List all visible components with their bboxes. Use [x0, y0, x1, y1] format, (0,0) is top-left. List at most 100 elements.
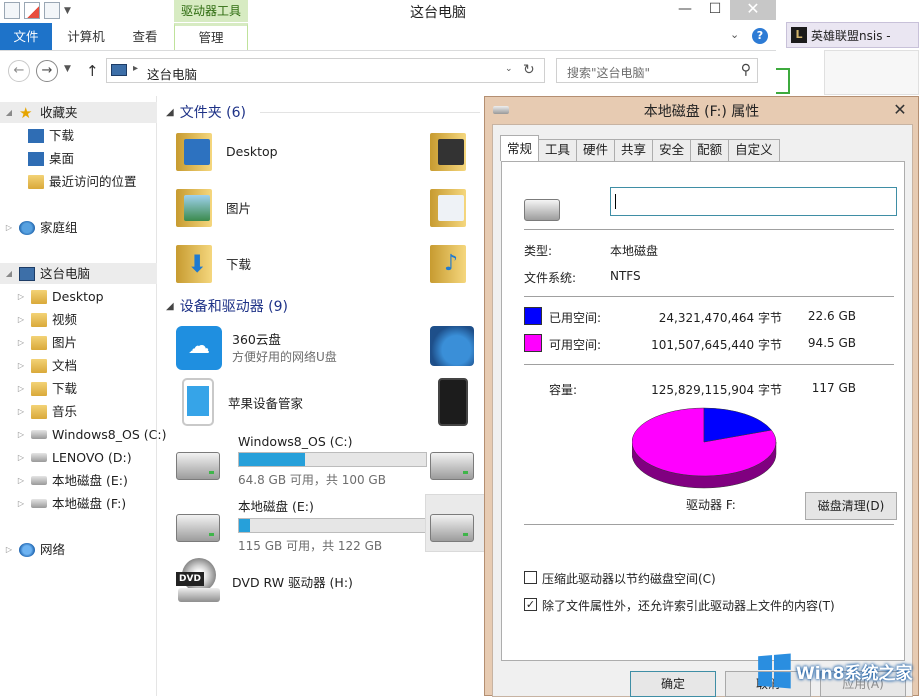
search-icon[interactable]: ⚲ [741, 62, 751, 78]
expand-arrow-icon[interactable]: ▷ [16, 470, 26, 491]
expand-arrow-icon[interactable]: ▷ [16, 332, 26, 353]
address-bar[interactable]: ▸ 这台电脑 ⌄ ↻ [106, 58, 545, 83]
nav-item-music[interactable]: ▷ 音乐 [16, 401, 77, 422]
minimize-button[interactable]: — [670, 0, 700, 20]
index-contents-label[interactable]: 除了文件属性外，还允许索引此驱动器上文件的内容(T) [542, 597, 835, 614]
nav-item-desktop[interactable]: 桌面 [28, 148, 74, 169]
close-button[interactable]: ✕ [730, 0, 776, 20]
nav-item-recent[interactable]: 最近访问的位置 [28, 171, 137, 192]
expand-arrow-icon[interactable]: ▷ [16, 493, 26, 514]
tab-security[interactable]: 安全 [652, 139, 692, 161]
help-icon[interactable]: ? [752, 28, 768, 44]
free-space-bytes: 101,507,645,440 字节 [651, 338, 782, 352]
expand-arrow-icon[interactable]: ▷ [16, 447, 26, 468]
nav-item-pc-downloads[interactable]: ▷ 下载 [16, 378, 77, 399]
dialog-close-button[interactable]: ✕ [888, 100, 912, 120]
tab-general[interactable]: 常规 [500, 135, 540, 161]
nav-item-downloads[interactable]: 下载 [28, 125, 74, 146]
nav-item-label: 音乐 [52, 404, 78, 419]
expand-arrow-icon[interactable]: ▷ [16, 286, 26, 307]
expand-arrow-icon[interactable]: ▷ [16, 309, 26, 330]
tab-hardware[interactable]: 硬件 [576, 139, 616, 161]
folder-tile-downloads[interactable]: ⬇ 下载 [176, 241, 251, 285]
nav-item-videos[interactable]: ▷ 视频 [16, 309, 77, 330]
music-folder-icon[interactable]: ♪ [430, 241, 470, 285]
back-button[interactable]: ← [8, 60, 30, 82]
pictures-folder-icon [31, 335, 47, 350]
new-folder-icon[interactable] [44, 2, 60, 19]
videos-folder-icon[interactable] [430, 129, 470, 173]
compress-drive-label[interactable]: 压缩此驱动器以节约磁盘空间(C) [542, 570, 716, 587]
refresh-button[interactable]: ↻ [523, 62, 535, 78]
disk-cleanup-button[interactable]: 磁盘清理(D) [805, 492, 897, 520]
collapse-chevron-icon[interactable]: ◢ [166, 301, 174, 312]
collapse-arrow-icon[interactable]: ◢ [4, 263, 14, 284]
recent-locations-dropdown-icon[interactable]: ▼ [64, 64, 71, 74]
expand-arrow-icon[interactable]: ▷ [4, 539, 14, 560]
group-divider [260, 112, 480, 113]
address-dropdown-icon[interactable]: ⌄ [505, 64, 513, 74]
nav-this-pc[interactable]: ◢ 这台电脑 [0, 263, 157, 284]
tab-tools[interactable]: 工具 [538, 139, 578, 161]
nav-item-label: 文档 [52, 358, 78, 373]
app-icon[interactable] [4, 2, 20, 19]
qat-dropdown-icon[interactable]: ▼ [64, 6, 71, 16]
breadcrumb-separator-icon[interactable]: ▸ [133, 63, 138, 74]
expand-ribbon-icon[interactable]: ⌄ [730, 28, 739, 41]
collapse-arrow-icon[interactable]: ◢ [4, 102, 14, 123]
devices-group-header[interactable]: ◢ 设备和驱动器 (9) [166, 296, 288, 316]
nav-network[interactable]: ▷ 网络 [4, 539, 65, 560]
ok-button[interactable]: 确定 [630, 671, 716, 697]
drive-tile-dvd[interactable]: DVD DVD RW 驱动器 (H:) [176, 558, 353, 604]
nav-item-drive-f[interactable]: ▷ 本地磁盘 (F:) [16, 493, 126, 514]
expand-arrow-icon[interactable]: ▷ [16, 378, 26, 399]
downloads-icon [28, 128, 44, 143]
device-tile-360-cloud[interactable]: ☁ 360云盘 方便好用的网络U盘 [176, 326, 337, 370]
drive-tile-c[interactable]: Windows8_OS (C:) 64.8 GB 可用，共 100 GB [176, 434, 427, 488]
tab-computer[interactable]: 计算机 [56, 23, 116, 50]
forward-button[interactable]: → [36, 60, 58, 82]
expand-arrow-icon[interactable]: ▷ [16, 355, 26, 376]
maximize-button[interactable]: ☐ [700, 0, 730, 20]
tab-sharing[interactable]: 共享 [614, 139, 654, 161]
nav-item-pc-desktop[interactable]: ▷ Desktop [16, 286, 104, 307]
properties-icon[interactable] [24, 2, 40, 19]
nav-item-pictures[interactable]: ▷ 图片 [16, 332, 77, 353]
nav-item-drive-c[interactable]: ▷ Windows8_OS (C:) [16, 424, 167, 445]
folder-tile-desktop[interactable]: Desktop [176, 129, 278, 173]
device-tile-apple-manager[interactable]: 苹果设备管家 [182, 378, 303, 426]
tab-customize[interactable]: 自定义 [728, 139, 780, 161]
drive-icon[interactable] [430, 452, 474, 480]
nav-item-drive-d[interactable]: ▷ LENOVO (D:) [16, 447, 132, 468]
tab-file[interactable]: 文件 [0, 23, 52, 50]
documents-folder-icon[interactable] [430, 185, 470, 229]
nav-favorites[interactable]: ◢ ★ 收藏夹 [0, 102, 157, 123]
divider [524, 229, 894, 230]
expand-arrow-icon[interactable]: ▷ [16, 424, 26, 445]
drive-tile-e[interactable]: 本地磁盘 (E:) 115 GB 可用，共 122 GB [176, 496, 427, 554]
breadcrumb-this-pc[interactable]: 这台电脑 [147, 64, 197, 83]
ribbon-tabs: 文件 计算机 查看 管理 ⌄ ? [0, 23, 776, 51]
search-input[interactable]: 搜索"这台电脑" ⚲ [556, 58, 758, 83]
media-device-icon[interactable] [430, 326, 474, 366]
nav-homegroup[interactable]: ▷ 家庭组 [4, 217, 78, 238]
collapse-chevron-icon[interactable]: ◢ [166, 107, 174, 118]
nav-item-drive-e[interactable]: ▷ 本地磁盘 (E:) [16, 470, 128, 491]
star-icon: ★ [19, 103, 33, 122]
dialog-body: 常规 工具 硬件 共享 安全 配额 自定义 类型: 本地磁盘 文件系统: NTF… [492, 124, 913, 697]
compress-drive-checkbox[interactable] [524, 571, 537, 584]
index-contents-checkbox[interactable]: ✓ [524, 598, 537, 611]
tab-quota[interactable]: 配额 [690, 139, 730, 161]
folders-group-header[interactable]: ◢ 文件夹 (6) [166, 102, 246, 122]
tablet-device-icon[interactable] [438, 378, 468, 426]
expand-arrow-icon[interactable]: ▷ [4, 217, 14, 238]
up-button[interactable]: ↑ [86, 62, 99, 80]
folder-tile-pictures[interactable]: 图片 [176, 185, 251, 229]
tab-view[interactable]: 查看 [120, 23, 170, 50]
tab-manage[interactable]: 管理 [174, 23, 248, 50]
taskbar-window-tab[interactable]: L 英雄联盟nsis - [786, 22, 919, 48]
expand-arrow-icon[interactable]: ▷ [16, 401, 26, 422]
drive-label-input[interactable] [610, 187, 897, 216]
nav-item-documents[interactable]: ▷ 文档 [16, 355, 77, 376]
desktop-icon [28, 151, 44, 166]
